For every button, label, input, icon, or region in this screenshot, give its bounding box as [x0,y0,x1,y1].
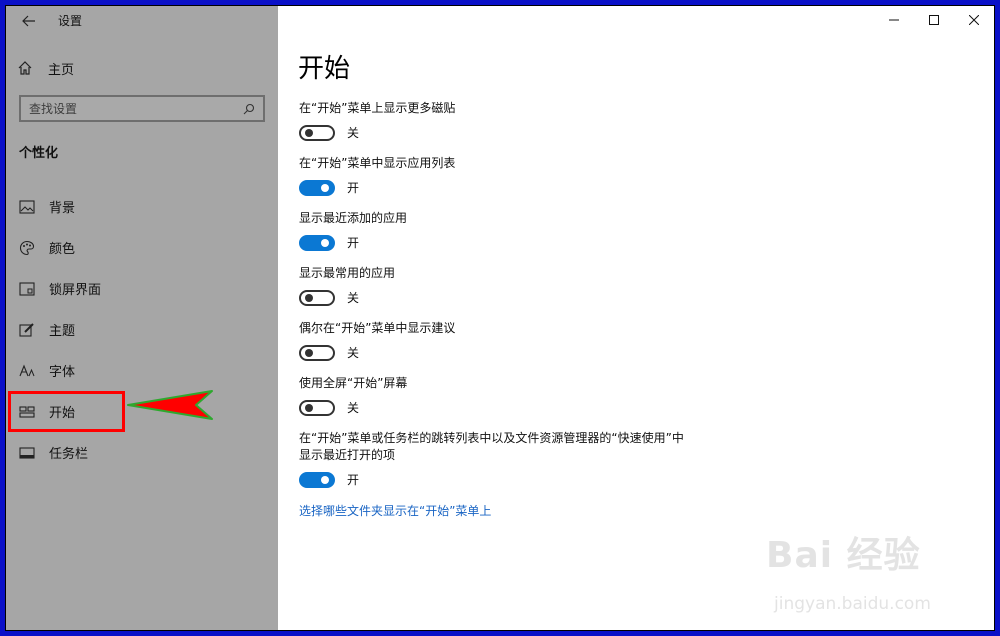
sidebar-item-label: 开始 [49,406,76,421]
setting-recently-added: 显示最近添加的应用 开 [299,210,719,265]
sidebar-item-taskbar[interactable]: 任务栏 [6,432,278,473]
home-label: 主页 [48,62,75,78]
sidebar: 设置 主页 查找设置 个性化 背景 颜色 锁屏界面 主题 字体 开始 任务栏 [6,6,278,630]
setting-label: 偶尔在“开始”菜单中显示建议 [299,321,456,335]
maximize-icon [929,15,939,25]
setting-most-used: 显示最常用的应用 关 [299,265,719,320]
toggle-state-label: 关 [347,126,360,140]
toggle-state-label: 开 [347,236,360,250]
toggle-knob [305,348,313,357]
toggle-state-label: 关 [347,401,360,415]
toggle-state-label: 关 [347,346,360,360]
font-icon [19,363,35,379]
watermark: Bai 经验 jingyan.baidu.com [766,526,931,614]
minimize-button[interactable] [874,6,914,34]
toggle-knob [305,128,313,137]
settings-list: 在“开始”菜单上显示更多磁贴 关 在“开始”菜单中显示应用列表 开 显示最近添加… [299,100,719,505]
palette-icon [19,240,35,256]
toggle-switch[interactable] [299,124,335,141]
sidebar-item-label: 主题 [49,324,76,339]
settings-window: 设置 主页 查找设置 个性化 背景 颜色 锁屏界面 主题 字体 开始 任务栏 开… [5,5,995,631]
sidebar-item-themes[interactable]: 主题 [6,309,278,350]
annotation-arrow [127,390,213,420]
toggle-switch[interactable] [299,471,335,488]
sidebar-item-lock-screen[interactable]: 锁屏界面 [6,268,278,309]
setting-label: 在“开始”菜单中显示应用列表 [299,156,456,170]
sidebar-item-fonts[interactable]: 字体 [6,350,278,391]
toggle-switch[interactable] [299,179,335,196]
toggle-knob [321,183,329,192]
maximize-button[interactable] [914,6,954,34]
search-icon [243,103,255,114]
close-icon [969,15,979,25]
sidebar-item-label: 锁屏界面 [49,283,102,298]
setting-more-tiles: 在“开始”菜单上显示更多磁贴 关 [299,100,719,155]
watermark-url: jingyan.baidu.com [774,594,931,614]
setting-full-screen: 使用全屏“开始”屏幕 关 [299,375,719,430]
sidebar-item-label: 任务栏 [49,447,89,462]
toggle-switch[interactable] [299,234,335,251]
toggle-knob [305,293,313,302]
theme-brush-icon [19,322,35,338]
toggle-switch[interactable] [299,289,335,306]
sidebar-item-colors[interactable]: 颜色 [6,227,278,268]
sidebar-item-label: 字体 [49,365,76,380]
setting-label: 使用全屏“开始”屏幕 [299,376,408,390]
setting-suggestions: 偶尔在“开始”菜单中显示建议 关 [299,320,719,375]
toggle-state-label: 开 [347,181,360,195]
choose-folders-link[interactable]: 选择哪些文件夹显示在“开始”菜单上 [299,502,491,519]
start-menu-icon [19,404,35,420]
image-icon [19,199,35,215]
toggle-switch[interactable] [299,399,335,416]
setting-app-list: 在“开始”菜单中显示应用列表 开 [299,155,719,210]
app-title: 设置 [58,14,83,28]
setting-label: 显示最常用的应用 [299,266,396,280]
sidebar-item-label: 背景 [49,201,76,216]
toggle-knob [321,475,329,484]
sidebar-item-home[interactable]: 主页 [16,56,74,80]
setting-label: 在“开始”菜单上显示更多磁贴 [299,101,456,115]
setting-recent-items: 在“开始”菜单或任务栏的跳转列表中以及文件资源管理器的“快速使用”中显示最近打开… [299,430,719,505]
window-controls [874,6,994,34]
search-placeholder: 查找设置 [29,102,78,116]
setting-label: 显示最近添加的应用 [299,211,408,225]
toggle-knob [305,403,313,412]
search-input[interactable]: 查找设置 [19,95,265,122]
page-title: 开始 [298,54,351,84]
toggle-switch[interactable] [299,344,335,361]
toggle-knob [321,238,329,247]
sidebar-nav: 背景 颜色 锁屏界面 主题 字体 开始 任务栏 [6,186,278,473]
minimize-icon [889,19,899,21]
section-title: 个性化 [19,146,59,161]
taskbar-icon [19,445,35,461]
close-button[interactable] [954,6,994,34]
toggle-state-label: 开 [347,473,360,487]
lock-screen-icon [19,281,35,297]
sidebar-item-start[interactable]: 开始 [8,391,125,432]
home-icon [16,59,34,77]
sidebar-item-label: 颜色 [49,242,76,257]
back-arrow-icon [22,15,35,27]
sidebar-item-background[interactable]: 背景 [6,186,278,227]
watermark-brand: Bai 经验 [766,535,921,576]
setting-label: 在“开始”菜单或任务栏的跳转列表中以及文件资源管理器的“快速使用”中显示最近打开… [299,431,684,462]
toggle-state-label: 关 [347,291,360,305]
back-button[interactable] [14,8,44,34]
